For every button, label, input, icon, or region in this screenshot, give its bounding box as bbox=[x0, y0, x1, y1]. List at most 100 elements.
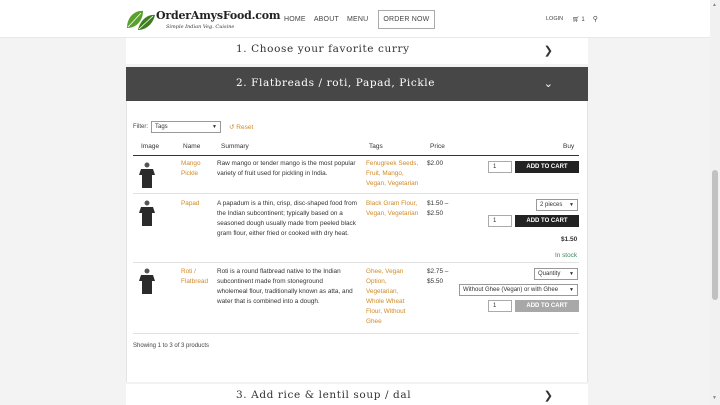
tag-line[interactable]: Fruit, Mango, bbox=[366, 169, 418, 179]
name-line: Papad bbox=[181, 200, 200, 207]
tag-line[interactable]: Vegetarian, bbox=[366, 287, 405, 297]
reset-label: Reset bbox=[236, 124, 254, 131]
tag-line[interactable]: Fenugreek Seeds, bbox=[366, 159, 418, 169]
caret-down-icon: ▼ bbox=[569, 287, 574, 293]
filter-label: Filter: bbox=[133, 124, 148, 130]
results-count: Showing 1 to 3 of 3 products bbox=[133, 343, 210, 349]
tag-line[interactable]: Ghee bbox=[366, 317, 405, 327]
price-line: $2.75 – bbox=[427, 268, 449, 275]
cart-icon: 🛒︎ bbox=[572, 16, 580, 23]
quantity-input[interactable]: 1 bbox=[488, 215, 512, 227]
cart-link[interactable]: 🛒︎ 1 bbox=[572, 16, 585, 23]
name-line: Flatbread bbox=[181, 278, 208, 285]
nav-order-now-button[interactable]: ORDER NOW bbox=[378, 9, 435, 29]
stock-status: In stock bbox=[555, 252, 578, 259]
ghee-variation-select[interactable]: Without Ghee (Vegan) or with Ghee ▼ bbox=[459, 284, 578, 296]
variation-select[interactable]: 2 pieces ▼ bbox=[536, 199, 578, 211]
main-nav: HOME ABOUT MENU ORDER NOW bbox=[284, 9, 443, 29]
summary-line: Roti is a round flatbread native to the … bbox=[217, 268, 341, 275]
login-link[interactable]: LOGIN bbox=[546, 16, 563, 22]
product-price: $1.50 – $2.50 bbox=[427, 199, 448, 219]
product-name-link[interactable]: Roti / Flatbread bbox=[181, 267, 208, 287]
search-icon[interactable]: ⚲ bbox=[593, 15, 598, 23]
tag-line[interactable]: Vegan, Vegetarian bbox=[366, 209, 418, 219]
site-logo[interactable]: OrderAmysFood.com Simple Indian Veg. Cui… bbox=[124, 6, 281, 34]
nav-menu[interactable]: MENU bbox=[347, 16, 368, 23]
flatbreads-panel: Filter: Tags ▼ ↺ Reset Image Name Summar… bbox=[126, 101, 588, 382]
summary-line: water that is combined into a dough. bbox=[217, 298, 320, 305]
nav-home[interactable]: HOME bbox=[284, 16, 306, 23]
row-divider bbox=[133, 193, 579, 194]
chevron-down-icon: ⌄ bbox=[543, 78, 553, 90]
column-header-image: Image bbox=[141, 143, 160, 150]
name-line: Pickle bbox=[181, 170, 199, 177]
chevron-right-icon: ❯ bbox=[543, 45, 553, 57]
product-name-link[interactable]: Papad bbox=[181, 199, 199, 209]
leaf-logo-icon bbox=[127, 10, 155, 30]
product-image[interactable] bbox=[137, 199, 157, 227]
accordion-section-rice-dal[interactable]: 3. Add rice & lentil soup / dal ❯ bbox=[126, 384, 588, 405]
product-tags[interactable]: Fenugreek Seeds, Fruit, Mango, Vegan, Ve… bbox=[366, 159, 418, 189]
section-title: 3. Add rice & lentil soup / dal bbox=[236, 389, 412, 401]
tag-line[interactable]: Ghee, Vegan bbox=[366, 267, 405, 277]
variation-value: 2 pieces bbox=[540, 202, 563, 208]
add-to-cart-button[interactable]: ADD TO CART bbox=[515, 215, 579, 227]
scroll-up-icon[interactable]: ▲ bbox=[712, 2, 717, 8]
summary-line: subcontinent made from stoneground bbox=[217, 278, 323, 285]
price-line: $2.50 bbox=[427, 210, 443, 217]
product-price: $2.75 – $5.50 bbox=[427, 267, 448, 287]
product-image[interactable] bbox=[137, 267, 157, 295]
section-title: 2. Flatbreads / roti, Papad, Pickle bbox=[236, 77, 436, 89]
caret-down-icon: ▼ bbox=[212, 124, 217, 130]
selected-price: $1.50 bbox=[561, 236, 578, 243]
column-header-tags[interactable]: Tags bbox=[369, 143, 383, 150]
add-to-cart-button[interactable]: ADD TO CART bbox=[515, 300, 579, 312]
nav-about[interactable]: ABOUT bbox=[314, 16, 339, 23]
product-price: $2.00 bbox=[427, 159, 443, 169]
variation-value: Quantity bbox=[538, 271, 561, 277]
reset-button[interactable]: ↺ Reset bbox=[229, 123, 253, 131]
price-line: $5.50 bbox=[427, 278, 443, 285]
cart-count: 1 bbox=[581, 16, 585, 23]
summary-line: gram flour, either fried or cooked with … bbox=[217, 230, 349, 237]
column-header-buy: Buy bbox=[563, 143, 575, 150]
logo-name: OrderAmysFood.com bbox=[156, 9, 281, 22]
name-line: Mango bbox=[181, 160, 201, 167]
column-header-price[interactable]: Price bbox=[430, 143, 445, 150]
row-divider bbox=[133, 262, 579, 263]
tag-line[interactable]: Vegan, Vegetarian bbox=[366, 179, 418, 189]
scroll-down-icon[interactable]: ▼ bbox=[712, 395, 717, 401]
chevron-right-icon: ❯ bbox=[543, 390, 553, 402]
column-header-summary[interactable]: Summary bbox=[221, 143, 249, 150]
tag-line[interactable]: Flour, Without bbox=[366, 307, 405, 317]
column-header-name[interactable]: Name bbox=[183, 143, 200, 150]
site-header: OrderAmysFood.com Simple Indian Veg. Cui… bbox=[0, 0, 710, 38]
product-tags[interactable]: Black Gram Flour, Vegan, Vegetarian bbox=[366, 199, 418, 219]
summary-line: variety of fruit used for pickling in In… bbox=[217, 170, 328, 177]
tags-filter-value: Tags bbox=[155, 124, 168, 130]
accordion-section-curry[interactable]: 1. Choose your favorite curry ❯ bbox=[126, 38, 588, 64]
summary-line: A papadum is a thin, crisp, disc-shaped … bbox=[217, 200, 357, 207]
header-utilities: LOGIN 🛒︎ 1 ⚲ bbox=[546, 15, 598, 23]
tag-line[interactable]: Whole Wheat bbox=[366, 297, 405, 307]
tag-line[interactable]: Black Gram Flour, bbox=[366, 199, 418, 209]
scrollbar-thumb[interactable] bbox=[712, 170, 718, 300]
row-divider bbox=[133, 333, 579, 334]
quantity-input[interactable]: 1 bbox=[488, 300, 512, 312]
caret-down-icon: ▼ bbox=[569, 202, 574, 208]
caret-down-icon: ▼ bbox=[569, 271, 574, 277]
summary-line: wholemeal flour, traditionally known as … bbox=[217, 288, 353, 295]
quantity-variation-select[interactable]: Quantity ▼ bbox=[534, 268, 578, 280]
name-line: Roti / bbox=[181, 268, 196, 275]
summary-line: Raw mango or tender mango is the most po… bbox=[217, 160, 356, 167]
product-name-link[interactable]: Mango Pickle bbox=[181, 159, 201, 179]
add-to-cart-button[interactable]: ADD TO CART bbox=[515, 161, 579, 173]
product-image[interactable] bbox=[137, 161, 157, 189]
quantity-input[interactable]: 1 bbox=[488, 161, 512, 173]
accordion-section-flatbreads[interactable]: 2. Flatbreads / roti, Papad, Pickle ⌄ bbox=[126, 67, 588, 101]
tag-line[interactable]: Option, bbox=[366, 277, 405, 287]
product-summary: Roti is a round flatbread native to the … bbox=[217, 267, 365, 307]
price-line: $2.00 bbox=[427, 160, 443, 167]
product-tags[interactable]: Ghee, Vegan Option, Vegetarian, Whole Wh… bbox=[366, 267, 405, 327]
tags-filter-select[interactable]: Tags ▼ bbox=[151, 121, 221, 133]
